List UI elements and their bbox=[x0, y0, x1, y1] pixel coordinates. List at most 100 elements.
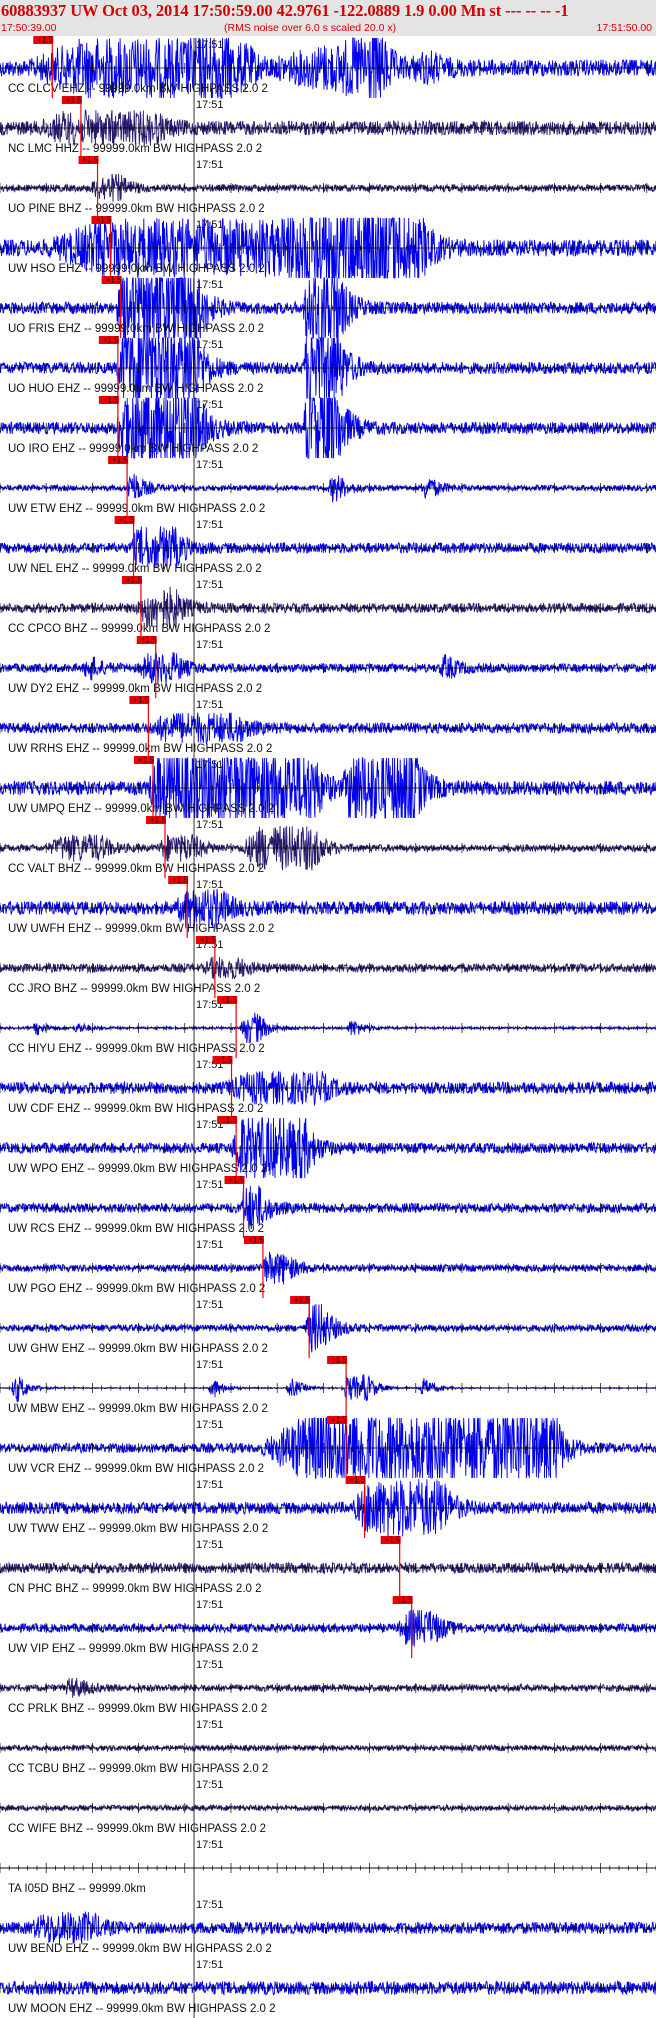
trace-group: 17:51 UW MBW EHZ -- 99999.0km BW HIGHPASS… bbox=[0, 1356, 656, 1418]
station-label: UW NEL EHZ -- 99999.0km BW HIGHPASS 2.0 … bbox=[8, 563, 262, 575]
minute-label: 17:51 bbox=[196, 1179, 224, 1191]
trace-group: 17:51 UW DY2 EHZ -- 99999.0km BW HIGHPASS… bbox=[0, 636, 656, 698]
seismogram-plot: 17:51 CC CLCV EHZ -- 99999.0km BW HIGHPAS… bbox=[0, 36, 656, 2018]
pick-label: +1.5 bbox=[221, 1116, 237, 1125]
station-label: UW CDF EHZ -- 99999.0km BW HIGHPASS 2.0 … bbox=[8, 1103, 263, 1115]
trace-group: 17:51 CC VALT BHZ -- 99999.0km BW HIGHPAS… bbox=[0, 816, 656, 878]
trace-group: 17:51 UW TWW EHZ -- 99999.0km BW HIGHPASS… bbox=[0, 1476, 656, 1538]
station-label: CC VALT BHZ -- 99999.0km BW HIGHPASS 2.0… bbox=[8, 863, 264, 875]
station-label: CC CPCO BHZ -- 99999.0km BW HIGHPASS 2.0… bbox=[8, 623, 270, 635]
pick-label: +1.5 bbox=[331, 1416, 347, 1425]
minute-label: 17:51 bbox=[196, 1839, 224, 1851]
pick-label: +1.5 bbox=[66, 96, 82, 105]
trace-group: 17:51 CC TCBU BHZ -- 99999.0km BW HIGHPAS… bbox=[0, 1718, 656, 1778]
station-label: NC LMC HHZ -- 99999.0km BW HIGHPASS 2.0 … bbox=[8, 143, 262, 155]
station-label: UW WPO EHZ -- 99999.0km BW HIGHPASS 2.0 … bbox=[8, 1163, 267, 1175]
station-label: UW MOON EHZ -- 99999.0km BW HIGHPASS 2.0… bbox=[8, 2003, 276, 2015]
trace-group: 17:51 UW MOON EHZ -- 99999.0km BW HIGHPAS… bbox=[0, 1958, 656, 2018]
minute-label: 17:51 bbox=[196, 1779, 224, 1791]
minute-label: 17:51 bbox=[196, 159, 224, 171]
station-label: UW DY2 EHZ -- 99999.0km BW HIGHPASS 2.0 … bbox=[8, 683, 262, 695]
station-label: UW VIP EHZ -- 99999.0km BW HIGHPASS 2.0 … bbox=[8, 1643, 258, 1655]
trace-group: 17:51 UW HSO EHZ -- 99999.0km BW HIGHPASS… bbox=[0, 216, 656, 279]
end-time: 17:51:50.00 bbox=[596, 22, 652, 34]
minute-label: 17:51 bbox=[196, 1899, 224, 1911]
pick-label: +1.5 bbox=[294, 1296, 310, 1305]
trace-group: 17:51 UW BEND EHZ -- 99999.0km BW HIGHPAS… bbox=[0, 1898, 656, 1958]
noise-note: (RMS noise over 6.0 s scaled 20.0 x) bbox=[224, 22, 397, 34]
minute-label: 17:51 bbox=[196, 699, 224, 711]
event-title: 60883937 UW Oct 03, 2014 17:50:59.00 42.… bbox=[1, 1, 569, 20]
pick-label: +1.5 bbox=[200, 936, 216, 945]
minute-label: 17:51 bbox=[196, 1599, 224, 1611]
station-label: CC JRO BHZ -- 99999.0km BW HIGHPASS 2.0 … bbox=[8, 983, 260, 995]
pick-label: +1.5 bbox=[150, 816, 166, 825]
pick-label: +1.5 bbox=[126, 576, 142, 585]
station-label: UW TWW EHZ -- 99999.0km BW HIGHPASS 2.0 … bbox=[8, 1523, 268, 1535]
trace-group: 17:51 UO FRIS EHZ -- 99999.0km BW HIGHPAS… bbox=[0, 276, 656, 339]
pick-label: +1.5 bbox=[248, 1236, 264, 1245]
minute-label: 17:51 bbox=[196, 459, 224, 471]
minute-label: 17:51 bbox=[196, 1239, 224, 1251]
station-label: CN PHC BHZ -- 99999.0km BW HIGHPASS 2.0 … bbox=[8, 1583, 262, 1595]
pick-label: +1.5 bbox=[229, 1176, 245, 1185]
trace-group: 17:51 UW VIP EHZ -- 99999.0km BW HIGHPASS… bbox=[0, 1596, 656, 1658]
station-label: UW ETW EHZ -- 99999.0km BW HIGHPASS 2.0 … bbox=[8, 503, 265, 515]
pick-label: +1.5 bbox=[83, 156, 99, 165]
pick-label: +1.5 bbox=[350, 1476, 366, 1485]
trace-group: 17:51 UW UMPQ EHZ -- 99999.0km BW HIGHPAS… bbox=[0, 756, 656, 819]
pick-label: +1.5 bbox=[331, 1356, 347, 1365]
pick-label: +1.5 bbox=[397, 1596, 413, 1605]
station-label: UW UMPQ EHZ -- 99999.0km BW HIGHPASS 2.0… bbox=[8, 803, 274, 815]
station-label: UW RRHS EHZ -- 99999.0km BW HIGHPASS 2.0… bbox=[8, 743, 272, 755]
station-label: CC CLCV EHZ -- 99999.0km BW HIGHPASS 2.0… bbox=[8, 83, 268, 95]
station-label: UW MBW EHZ -- 99999.0km BW HIGHPASS 2.0 … bbox=[8, 1403, 268, 1415]
station-label: CC HIYU EHZ -- 99999.0km BW HIGHPASS 2.0… bbox=[8, 1043, 265, 1055]
trace-group: 17:51 UO HUO EHZ -- 99999.0km BW HIGHPASS… bbox=[0, 336, 656, 399]
trace-group: 17:51 CC CPCO BHZ -- 99999.0km BW HIGHPAS… bbox=[0, 576, 656, 638]
minute-label: 17:51 bbox=[196, 219, 224, 231]
pick-label: +1.5 bbox=[106, 276, 122, 285]
pick-label: +1.5 bbox=[221, 996, 237, 1005]
minute-label: 17:51 bbox=[196, 1299, 224, 1311]
trace-group: 17:51 CN PHC BHZ -- 99999.0km BW HIGHPASS… bbox=[0, 1536, 656, 1598]
station-label: UW VCR EHZ -- 99999.0km BW HIGHPASS 2.0 … bbox=[8, 1463, 264, 1475]
minute-label: 17:51 bbox=[196, 1659, 224, 1671]
minute-label: 17:51 bbox=[196, 639, 224, 651]
trace-group: 17:51 CC CLCV EHZ -- 99999.0km BW HIGHPAS… bbox=[0, 36, 656, 99]
station-label: CC PRLK BHZ -- 99999.0km BW HIGHPASS 2.0… bbox=[8, 1703, 267, 1715]
station-label: TA I05D BHZ -- 99999.0km bbox=[8, 1883, 146, 1895]
trace-group: 17:51 UW RCS EHZ -- 99999.0km BW HIGHPASS… bbox=[0, 1176, 656, 1238]
pick-label: +1.5 bbox=[217, 1056, 233, 1065]
minute-label: 17:51 bbox=[196, 1719, 224, 1731]
minute-label: 17:51 bbox=[196, 99, 224, 111]
trace-group: 17:51 UW PGO EHZ -- 99999.0km BW HIGHPASS… bbox=[0, 1236, 656, 1298]
station-label: UO IRO EHZ -- 99999.0km BW HIGHPASS 2.0 … bbox=[8, 443, 258, 455]
minute-label: 17:51 bbox=[196, 579, 224, 591]
trace-group: 17:51 UW GHW EHZ -- 99999.0km BW HIGHPASS… bbox=[0, 1296, 656, 1358]
pick-label: +1.5 bbox=[112, 456, 128, 465]
trace-group: 17:51 TA I05D BHZ -- 99999.0km bbox=[0, 1838, 656, 1898]
station-label: UO FRIS EHZ -- 99999.0km BW HIGHPASS 2.0… bbox=[8, 323, 264, 335]
trace-group: 17:51 CC WIFE BHZ -- 99999.0km BW HIGHPAS… bbox=[0, 1778, 656, 1838]
trace-group: 17:51 UW ETW EHZ -- 99999.0km BW HIGHPASS… bbox=[0, 456, 656, 518]
trace-group: 17:51 UW NEL EHZ -- 99999.0km BW HIGHPASS… bbox=[0, 516, 656, 578]
minute-label: 17:51 bbox=[196, 879, 224, 891]
minute-label: 17:51 bbox=[196, 759, 224, 771]
trace-group: 17:51 UW RRHS EHZ -- 99999.0km BW HIGHPAS… bbox=[0, 696, 656, 758]
trace-group: 17:51 UO PINE BHZ -- 99999.0km BW HIGHPAS… bbox=[0, 156, 656, 218]
trace-group: 17:51 UW UWFH EHZ -- 99999.0km BW HIGHPAS… bbox=[0, 876, 656, 938]
start-time: 17:50:39.00 bbox=[1, 22, 57, 34]
pick-label: +1.5 bbox=[133, 696, 149, 705]
station-label: UO PINE BHZ -- 99999.0km BW HIGHPASS 2.0… bbox=[8, 203, 265, 215]
minute-label: 17:51 bbox=[196, 399, 224, 411]
trace-group: 17:51 UO IRO EHZ -- 99999.0km BW HIGHPASS… bbox=[0, 396, 656, 459]
minute-label: 17:51 bbox=[196, 1419, 224, 1431]
station-label: UW HSO EHZ -- 99999.0km BW HIGHPASS 2.0 … bbox=[8, 263, 265, 275]
minute-label: 17:51 bbox=[196, 39, 224, 51]
header-bar: 60883937 UW Oct 03, 2014 17:50:59.00 42.… bbox=[0, 0, 656, 36]
minute-label: 17:51 bbox=[196, 1959, 224, 1971]
pick-label: +1.5 bbox=[103, 336, 119, 345]
pick-label: +1.5 bbox=[119, 516, 135, 525]
minute-label: 17:51 bbox=[196, 1359, 224, 1371]
